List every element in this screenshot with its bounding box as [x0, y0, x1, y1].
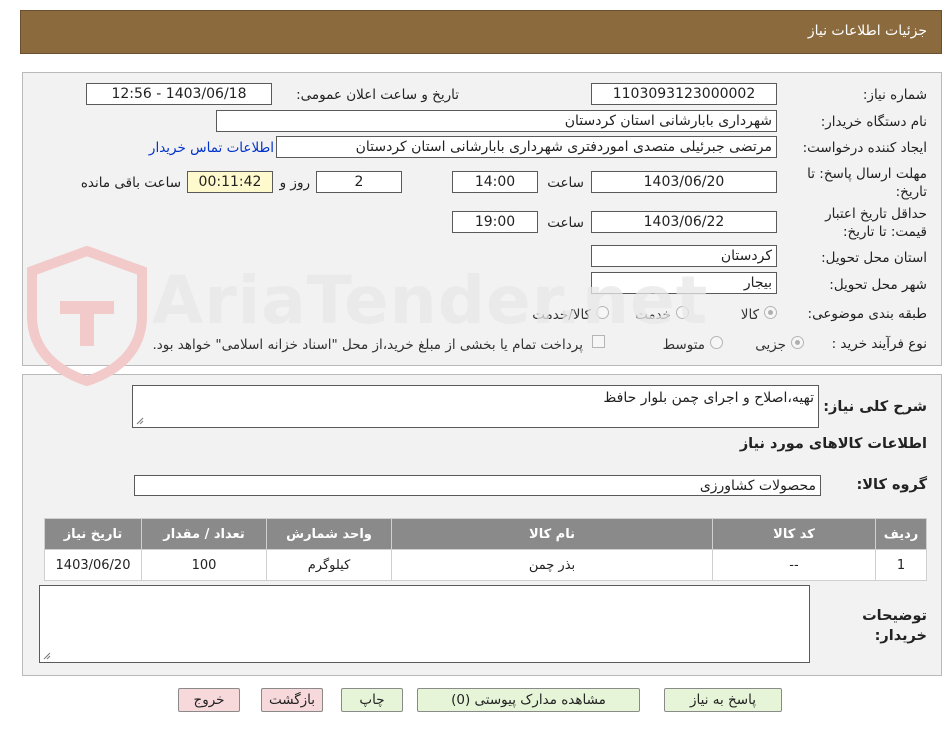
- category-service-radio[interactable]: [676, 306, 689, 319]
- process-medium-radio[interactable]: [710, 336, 723, 349]
- validity-time-field: 19:00: [452, 211, 538, 233]
- remaining-label: ساعت باقی مانده: [80, 175, 181, 191]
- province-label: استان محل تحویل:: [821, 250, 927, 266]
- deadline-date-field: 1403/06/20: [591, 171, 777, 193]
- need-number-label: شماره نیاز:: [862, 87, 927, 103]
- deadline-time-field: 14:00: [452, 171, 538, 193]
- goods-table: ردیف کد کالا نام کالا واحد شمارش تعداد /…: [44, 518, 927, 581]
- need-description-label: شرح کلی نیاز:: [823, 399, 927, 415]
- days-label: روز و: [279, 175, 310, 191]
- creator-field: مرتضی جبرئیلی متصدی اموردفتری شهرداری با…: [276, 136, 777, 158]
- validity-label: حداقل تاریخ اعتبار قیمت: تا تاریخ:: [825, 206, 927, 240]
- col-row: ردیف: [875, 518, 927, 550]
- buyer-field: شهرداری بابارشانی استان کردستان: [216, 110, 777, 132]
- print-button[interactable]: چاپ: [341, 688, 403, 712]
- process-minor-radio[interactable]: [791, 336, 804, 349]
- col-need-date: تاریخ نیاز: [44, 518, 142, 550]
- buyer-notes-field[interactable]: [39, 585, 810, 663]
- cell-code: --: [712, 549, 876, 581]
- cell-name: بذر چمن: [391, 549, 713, 581]
- category-goods-radio[interactable]: [764, 306, 777, 319]
- city-field: بیجار: [591, 272, 777, 294]
- remaining-time-field: 00:11:42: [187, 171, 273, 193]
- cell-unit: کیلوگرم: [266, 549, 392, 581]
- col-code: کد کالا: [712, 518, 876, 550]
- validity-date-field: 1403/06/22: [591, 211, 777, 233]
- back-button[interactable]: بازگشت: [261, 688, 323, 712]
- need-number-field: 1103093123000002: [591, 83, 777, 105]
- resize-handle-icon[interactable]: [136, 417, 144, 425]
- validity-time-label: ساعت: [547, 215, 584, 231]
- treasury-checkbox[interactable]: [592, 335, 605, 348]
- need-description-field[interactable]: تهیه،اصلاح و اجرای چمن بلوار حافظ: [132, 385, 819, 428]
- process-minor-label: جزیی: [755, 337, 786, 353]
- treasury-note: پرداخت تمام یا بخشی از مبلغ خرید،از محل …: [152, 337, 583, 353]
- buyer-notes-label: توضیحات خریدار:: [862, 606, 927, 646]
- city-label: شهر محل تحویل:: [829, 277, 927, 293]
- cell-need-date: 1403/06/20: [44, 549, 142, 581]
- announce-label: تاریخ و ساعت اعلان عمومی:: [296, 87, 459, 103]
- buyer-label: نام دستگاه خریدار:: [820, 114, 927, 130]
- cell-row: 1: [875, 549, 927, 581]
- goods-group-field: محصولات کشاورزی: [134, 475, 821, 496]
- days-field: 2: [316, 171, 402, 193]
- buyer-contact-link[interactable]: اطلاعات تماس خریدار: [149, 140, 274, 156]
- exit-button[interactable]: خروج: [178, 688, 240, 712]
- announce-field: 1403/06/18 - 12:56: [86, 83, 272, 105]
- resize-handle-icon[interactable]: [43, 652, 51, 660]
- col-unit: واحد شمارش: [266, 518, 392, 550]
- creator-label: ایجاد کننده درخواست:: [802, 140, 927, 156]
- buyer-notes-label-line1: توضیحات: [862, 608, 927, 624]
- category-goods-service-radio[interactable]: [596, 306, 609, 319]
- deadline-label: مهلت ارسال پاسخ: تا تاریخ:: [807, 166, 927, 200]
- page-title: جزئیات اطلاعات نیاز: [807, 23, 927, 39]
- process-medium-label: متوسط: [662, 337, 705, 353]
- reply-button[interactable]: پاسخ به نیاز: [664, 688, 782, 712]
- page-header: جزئیات اطلاعات نیاز: [20, 10, 942, 54]
- process-label: نوع فرآیند خرید :: [831, 336, 927, 352]
- category-goods-service-label: کالا/خدمت: [532, 307, 591, 323]
- goods-info-title: اطلاعات کالاهای مورد نیاز: [739, 436, 927, 452]
- deadline-time-label: ساعت: [547, 175, 584, 191]
- category-label: طبقه بندی موضوعی:: [807, 306, 927, 322]
- category-service-label: خدمت: [635, 307, 671, 323]
- view-attachments-button[interactable]: مشاهده مدارک پیوستی (0): [417, 688, 640, 712]
- goods-group-label: گروه کالا:: [856, 477, 927, 493]
- table-row: 1 -- بذر چمن کیلوگرم 100 1403/06/20: [44, 549, 927, 581]
- goods-table-header: ردیف کد کالا نام کالا واحد شمارش تعداد /…: [44, 518, 927, 550]
- need-description-text: تهیه،اصلاح و اجرای چمن بلوار حافظ: [603, 390, 814, 406]
- col-name: نام کالا: [391, 518, 713, 550]
- province-field: کردستان: [591, 245, 777, 267]
- col-quantity: تعداد / مقدار: [141, 518, 267, 550]
- buyer-notes-label-line2: خریدار:: [874, 628, 927, 644]
- category-goods-label: کالا: [740, 307, 759, 323]
- cell-quantity: 100: [141, 549, 267, 581]
